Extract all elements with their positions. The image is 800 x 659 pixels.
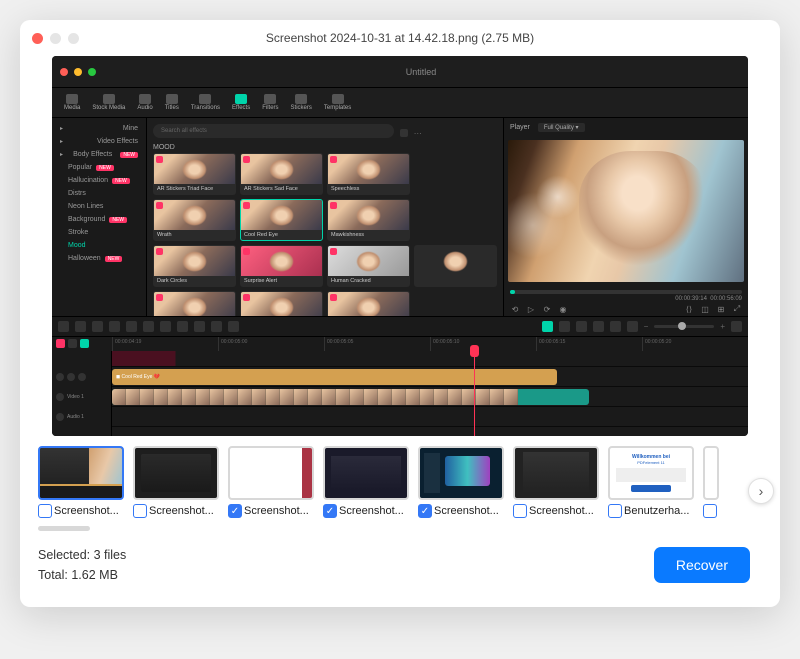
- effects-search: Search all effects: [153, 124, 394, 138]
- maximize-window-button[interactable]: [68, 33, 79, 44]
- file-recovery-window: Screenshot 2024-10-31 at 14.42.18.png (2…: [20, 20, 780, 607]
- total-size: Total: 1.62 MB: [38, 565, 126, 585]
- minimize-window-button[interactable]: [50, 33, 61, 44]
- timeline: − + 00:00:04:19 00:00:05:00 00:00:05:05: [52, 316, 748, 436]
- thumbnail-checkbox[interactable]: ✓: [418, 504, 432, 518]
- thumbnail-filename: Benutzerha...: [624, 505, 689, 517]
- thumbnail-filename: Screenshot...: [529, 505, 594, 517]
- thumbnail-item[interactable]: ✓Screenshot...: [228, 446, 314, 518]
- effects-sidebar: Mine Video Effects Body EffectsNEW Popul…: [52, 118, 147, 316]
- editor-project-title: Untitled: [102, 67, 740, 77]
- thumbnail-checkbox[interactable]: [38, 504, 52, 518]
- close-window-button[interactable]: [32, 33, 43, 44]
- thumbnail-checkbox[interactable]: ✓: [323, 504, 337, 518]
- thumbnail-item[interactable]: Screenshot...: [513, 446, 599, 518]
- thumbnail-strip: Screenshot...Screenshot...✓Screenshot...…: [38, 446, 752, 518]
- thumbnail-item[interactable]: Willkommen beiPDFelement 11Benutzerha...: [608, 446, 694, 518]
- effects-panel: Search all effects ⋯ MOOD AR Stickers Tr…: [147, 118, 503, 316]
- thumbnail-checkbox[interactable]: [513, 504, 527, 518]
- thumbnail-item[interactable]: Screenshot...: [38, 446, 124, 518]
- thumbnail-filename: Screenshot...: [244, 505, 309, 517]
- recover-button[interactable]: Recover: [654, 547, 750, 583]
- thumbnail-checkbox[interactable]: [608, 504, 622, 518]
- thumbnail-checkbox[interactable]: ✓: [228, 504, 242, 518]
- editor-toolbar: Media Stock Media Audio Titles Transitio…: [52, 88, 748, 118]
- next-page-button[interactable]: ›: [748, 478, 774, 504]
- window-title: Screenshot 2024-10-31 at 14.42.18.png (2…: [20, 31, 780, 45]
- thumbnail-filename: Screenshot...: [339, 505, 404, 517]
- thumbnail-item[interactable]: Screenshot...: [133, 446, 219, 518]
- thumbnail-item[interactable]: ✓Screenshot...: [323, 446, 409, 518]
- thumbnail-checkbox[interactable]: [133, 504, 147, 518]
- thumbnail-filename: Screenshot...: [434, 505, 499, 517]
- titlebar: Screenshot 2024-10-31 at 14.42.18.png (2…: [20, 20, 780, 56]
- thumbnail-filename: Screenshot...: [149, 505, 214, 517]
- thumbnail-item[interactable]: ✓Screenshot...: [418, 446, 504, 518]
- video-preview: [508, 140, 744, 282]
- selected-count: Selected: 3 files: [38, 545, 126, 565]
- video-preview-panel: Player Full Quality ▾ 00:00:39:14 00:00:…: [503, 118, 748, 316]
- file-preview: Untitled Media Stock Media Audio Titles …: [52, 56, 748, 436]
- thumbnail-filename: Screenshot...: [54, 505, 119, 517]
